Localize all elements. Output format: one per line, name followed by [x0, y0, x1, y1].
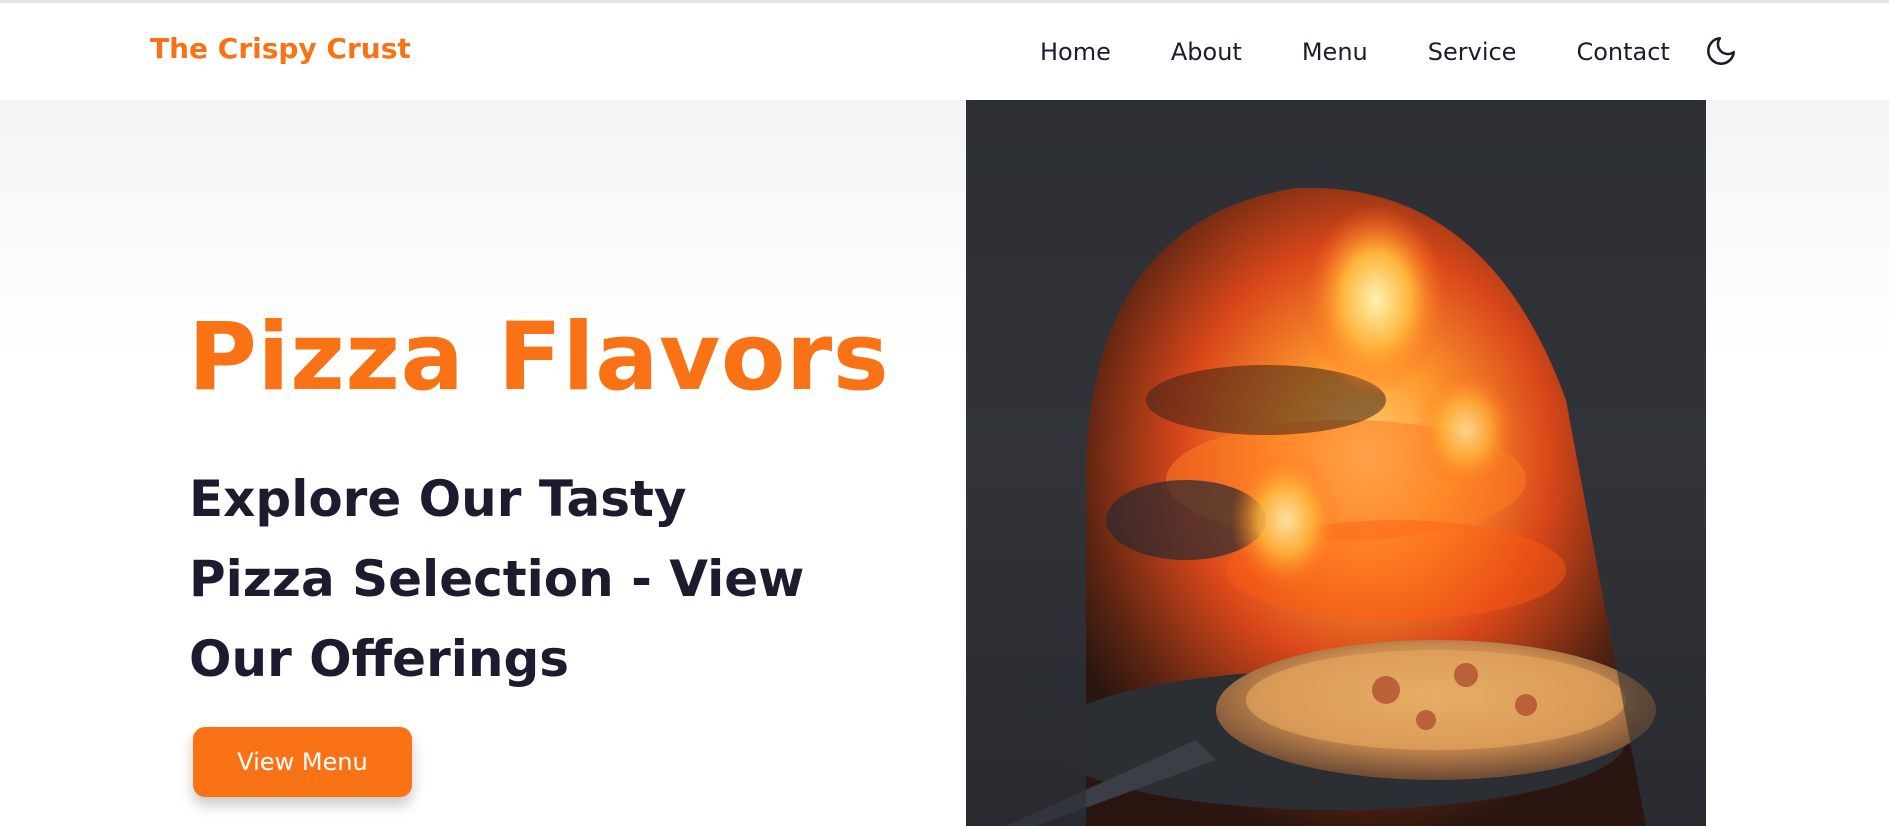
main-nav: Home About Menu Service Contact — [1040, 36, 1738, 68]
nav-contact[interactable]: Contact — [1576, 38, 1669, 66]
moon-icon[interactable] — [1704, 34, 1738, 68]
nav-menu[interactable]: Menu — [1302, 38, 1368, 66]
nav-home[interactable]: Home — [1040, 38, 1111, 66]
view-menu-button[interactable]: View Menu — [193, 727, 412, 797]
brand-logo[interactable]: The Crispy Crust — [150, 32, 411, 65]
nav-service[interactable]: Service — [1428, 38, 1517, 66]
site-header: The Crispy Crust Home About Menu Service… — [0, 3, 1889, 100]
hero-subtitle: Explore Our Tasty Pizza Selection - View… — [189, 470, 805, 688]
nav-about[interactable]: About — [1171, 38, 1242, 66]
page: The Crispy Crust Home About Menu Service… — [0, 0, 1889, 826]
hero-title: Pizza Flavors — [188, 303, 890, 412]
pizza-oven-photo — [966, 100, 1706, 826]
